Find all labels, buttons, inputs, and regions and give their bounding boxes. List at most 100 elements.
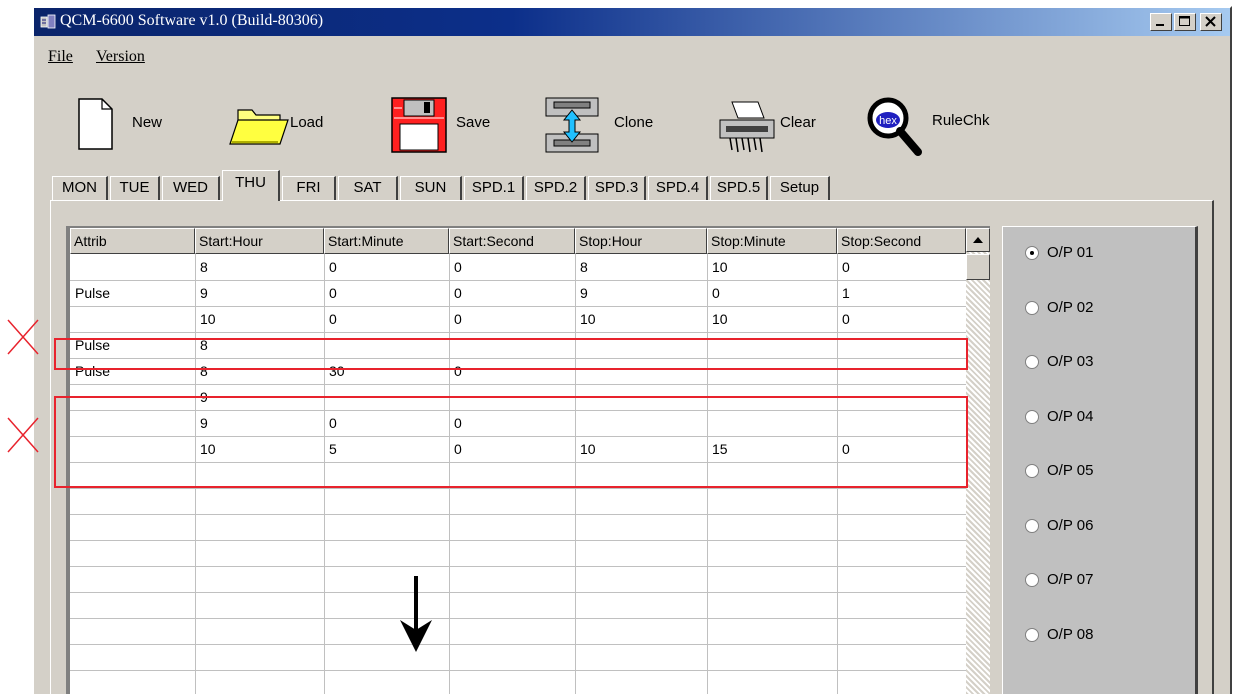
rulechk-button[interactable]: hex RuleChk	[866, 96, 1006, 156]
grid-cell[interactable]: 0	[454, 311, 462, 327]
grid-cell[interactable]: 10	[712, 259, 728, 275]
rulechk-label: RuleChk	[932, 112, 990, 129]
shredder-icon	[719, 101, 775, 153]
menu-file[interactable]: File	[48, 48, 73, 66]
radio-button-icon[interactable]	[1025, 464, 1039, 478]
annotation-x-icon	[7, 417, 39, 453]
tab-fri[interactable]: FRI	[282, 176, 336, 200]
close-button[interactable]	[1200, 13, 1222, 31]
window-title: QCM-6600 Software v1.0 (Build-80306)	[60, 12, 324, 29]
tab-spd2[interactable]: SPD.2	[526, 176, 586, 200]
app-icon	[40, 14, 56, 29]
row-divider	[70, 332, 966, 333]
radio-button-icon[interactable]	[1025, 300, 1039, 315]
output-radio-label: O/P 01	[1047, 244, 1094, 261]
close-icon	[1205, 16, 1216, 27]
tab-sat[interactable]: SAT	[338, 176, 398, 200]
minimize-icon	[1156, 24, 1164, 26]
grid-cell[interactable]: 0	[842, 311, 850, 327]
grid-cell[interactable]: 9	[580, 285, 588, 301]
annotation-x-icon	[7, 319, 39, 355]
scroll-thumb[interactable]	[966, 254, 990, 280]
new-button[interactable]: New	[76, 96, 186, 156]
tab-spd1[interactable]: SPD.1	[464, 176, 524, 200]
output-radio-label: O/P 06	[1047, 516, 1094, 534]
grid-cell[interactable]: Pulse	[75, 285, 110, 301]
tab-setup[interactable]: Setup	[770, 176, 830, 200]
grid-cell[interactable]: 0	[329, 259, 337, 275]
grid-cell[interactable]: 9	[200, 285, 208, 301]
clone-button[interactable]: Clone	[544, 96, 654, 154]
clone-label: Clone	[614, 114, 654, 131]
clear-label: Clear	[780, 114, 816, 131]
row-divider	[70, 644, 966, 645]
row-divider	[70, 280, 966, 281]
row-divider	[70, 540, 966, 541]
tab-spd3[interactable]: SPD.3	[588, 176, 646, 200]
clear-button[interactable]: Clear	[718, 98, 828, 156]
column-header[interactable]: Attrib	[70, 228, 195, 254]
row-divider	[70, 566, 966, 567]
radio-button-icon[interactable]	[1025, 355, 1039, 369]
radio-button-icon[interactable]	[1025, 518, 1039, 533]
radio-button-icon[interactable]	[1025, 246, 1039, 260]
grid-cell[interactable]: 1	[842, 285, 850, 301]
column-header[interactable]: Stop:Second	[837, 228, 966, 254]
grid-cell[interactable]: 8	[200, 259, 208, 275]
tab-sun[interactable]: SUN	[400, 176, 462, 200]
load-button[interactable]: Load	[228, 104, 338, 150]
column-header[interactable]: Start:Hour	[195, 228, 324, 254]
output-radio-label: O/P 02	[1047, 298, 1094, 316]
down-arrow-icon	[400, 576, 432, 652]
grid-cell[interactable]: 10	[712, 311, 728, 327]
tab-spd5[interactable]: SPD.5	[710, 176, 768, 200]
tab-mon[interactable]: MON	[52, 176, 108, 200]
tab-tue[interactable]: TUE	[110, 176, 160, 200]
save-button[interactable]: Save	[390, 96, 500, 154]
annotation-box-row	[54, 338, 968, 370]
tab-spd4[interactable]: SPD.4	[648, 176, 708, 200]
grid-cell[interactable]: 10	[580, 311, 596, 327]
maximize-button[interactable]	[1174, 13, 1196, 31]
menu-bar: File Version	[34, 36, 1230, 68]
grid-cell[interactable]: 0	[842, 259, 850, 275]
output-selector-panel: O/P 01 O/P 02 O/P 03 O/P 04 O/P 05 O/P 06 O/P …	[1002, 226, 1198, 694]
grid-cell[interactable]: 0	[454, 259, 462, 275]
title-bar[interactable]: QCM-6600 Software v1.0 (Build-80306)	[34, 8, 1230, 36]
radio-button-icon[interactable]	[1025, 627, 1039, 642]
column-header[interactable]: Start:Second	[449, 228, 575, 254]
radio-button-icon[interactable]	[1025, 409, 1039, 424]
floppy-disk-icon	[391, 97, 447, 153]
menu-version[interactable]: Version	[96, 48, 145, 66]
maximize-icon	[1179, 16, 1190, 26]
column-header[interactable]: Stop:Hour	[575, 228, 707, 254]
grid-cell[interactable]: 0	[329, 285, 337, 301]
output-radio-label: O/P 07	[1047, 571, 1094, 588]
row-divider	[70, 618, 966, 619]
minimize-button[interactable]	[1150, 13, 1172, 31]
annotation-box-rows	[54, 396, 968, 488]
grid-cell[interactable]: 0	[712, 285, 720, 301]
radio-button-icon[interactable]	[1025, 573, 1039, 587]
grid-cell[interactable]: 0	[329, 311, 337, 327]
menu-version-label: Version	[96, 48, 145, 65]
tab-wed[interactable]: WED	[162, 176, 220, 200]
new-document-icon	[78, 98, 113, 150]
arrow-up-icon	[973, 237, 983, 243]
row-divider	[70, 306, 966, 307]
output-radio-label: O/P 05	[1047, 462, 1094, 479]
save-label: Save	[456, 114, 491, 131]
tab-thu[interactable]: THU	[222, 170, 280, 201]
grid-scrollbar[interactable]	[966, 228, 990, 694]
grid-cell[interactable]: 0	[454, 285, 462, 301]
column-header[interactable]: Start:Minute	[324, 228, 449, 254]
grid-cell[interactable]: 8	[580, 259, 588, 275]
menu-file-label: File	[48, 48, 73, 65]
column-header[interactable]: Stop:Minute	[707, 228, 837, 254]
output-radio-label: O/P 08	[1047, 625, 1094, 643]
row-divider	[70, 592, 966, 593]
scroll-up-button[interactable]	[966, 228, 990, 252]
row-divider	[70, 514, 966, 515]
load-label: Load	[290, 114, 324, 131]
grid-cell[interactable]: 10	[200, 311, 216, 327]
